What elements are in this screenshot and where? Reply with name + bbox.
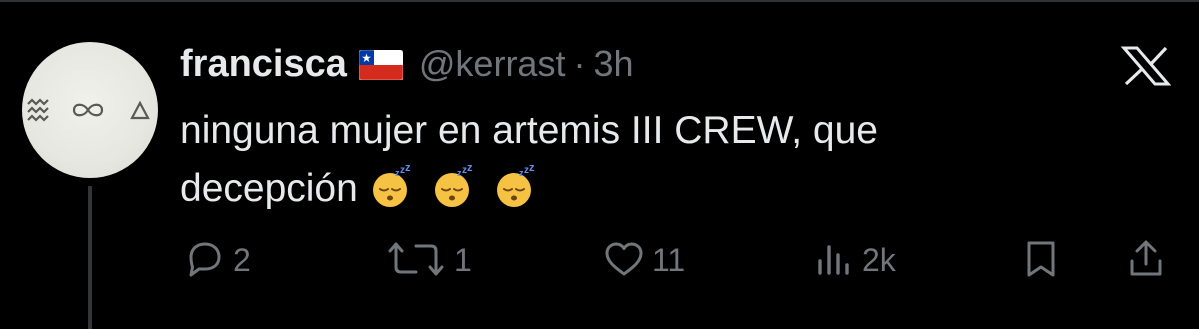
- svg-text:z: z: [529, 165, 535, 174]
- display-name[interactable]: francisca: [180, 43, 347, 86]
- action-bar: 2 1 11 2k: [0, 236, 1199, 282]
- sleeping-face-emoji: z z z: [496, 165, 535, 207]
- separator-dot: ·: [573, 43, 586, 84]
- tweet-text-line-2-wrapper: decepción z z z z z z z z z: [180, 160, 1130, 218]
- x-logo-icon: [1121, 46, 1171, 86]
- tweet-text-line-1: ninguna mujer en artemis III CREW, que: [180, 109, 878, 152]
- svg-text:z: z: [405, 165, 411, 174]
- user-handle[interactable]: @kerrast: [419, 43, 566, 85]
- sleeping-face-emoji: z z z: [434, 165, 473, 207]
- tweet-text-line-2: decepción: [180, 167, 358, 210]
- bookmark-button[interactable]: [1019, 236, 1063, 282]
- share-button[interactable]: [1124, 236, 1168, 282]
- views-count: 2k: [862, 241, 896, 278]
- reply-icon: [189, 242, 221, 277]
- emoji-group: z z z z z z z z z: [368, 160, 554, 218]
- avatar[interactable]: [22, 42, 158, 178]
- chile-flag-icon: [358, 50, 403, 80]
- timestamp[interactable]: 3h: [593, 43, 633, 85]
- like-button[interactable]: 11: [602, 236, 685, 282]
- heart-icon: [605, 242, 643, 276]
- like-count: 11: [652, 241, 686, 278]
- views-icon: [818, 245, 849, 275]
- reply-button[interactable]: 2: [183, 236, 251, 282]
- reply-count: 2: [233, 241, 251, 278]
- sleeping-face-emoji: z z z: [372, 165, 411, 207]
- views-button[interactable]: 2k: [812, 236, 896, 282]
- share-icon: [1130, 240, 1162, 276]
- tweet-text: ninguna mujer en artemis III CREW, que d…: [180, 102, 1130, 218]
- svg-text:z: z: [467, 165, 473, 174]
- repost-icon: [388, 242, 444, 276]
- repost-count: 1: [454, 241, 472, 278]
- top-divider: [0, 0, 1199, 2]
- repost-button[interactable]: 1: [384, 236, 472, 282]
- avatar-symbols: [27, 98, 150, 122]
- bookmark-icon: [1027, 241, 1055, 277]
- tweet-header: francisca @kerrast · 3h: [180, 42, 634, 86]
